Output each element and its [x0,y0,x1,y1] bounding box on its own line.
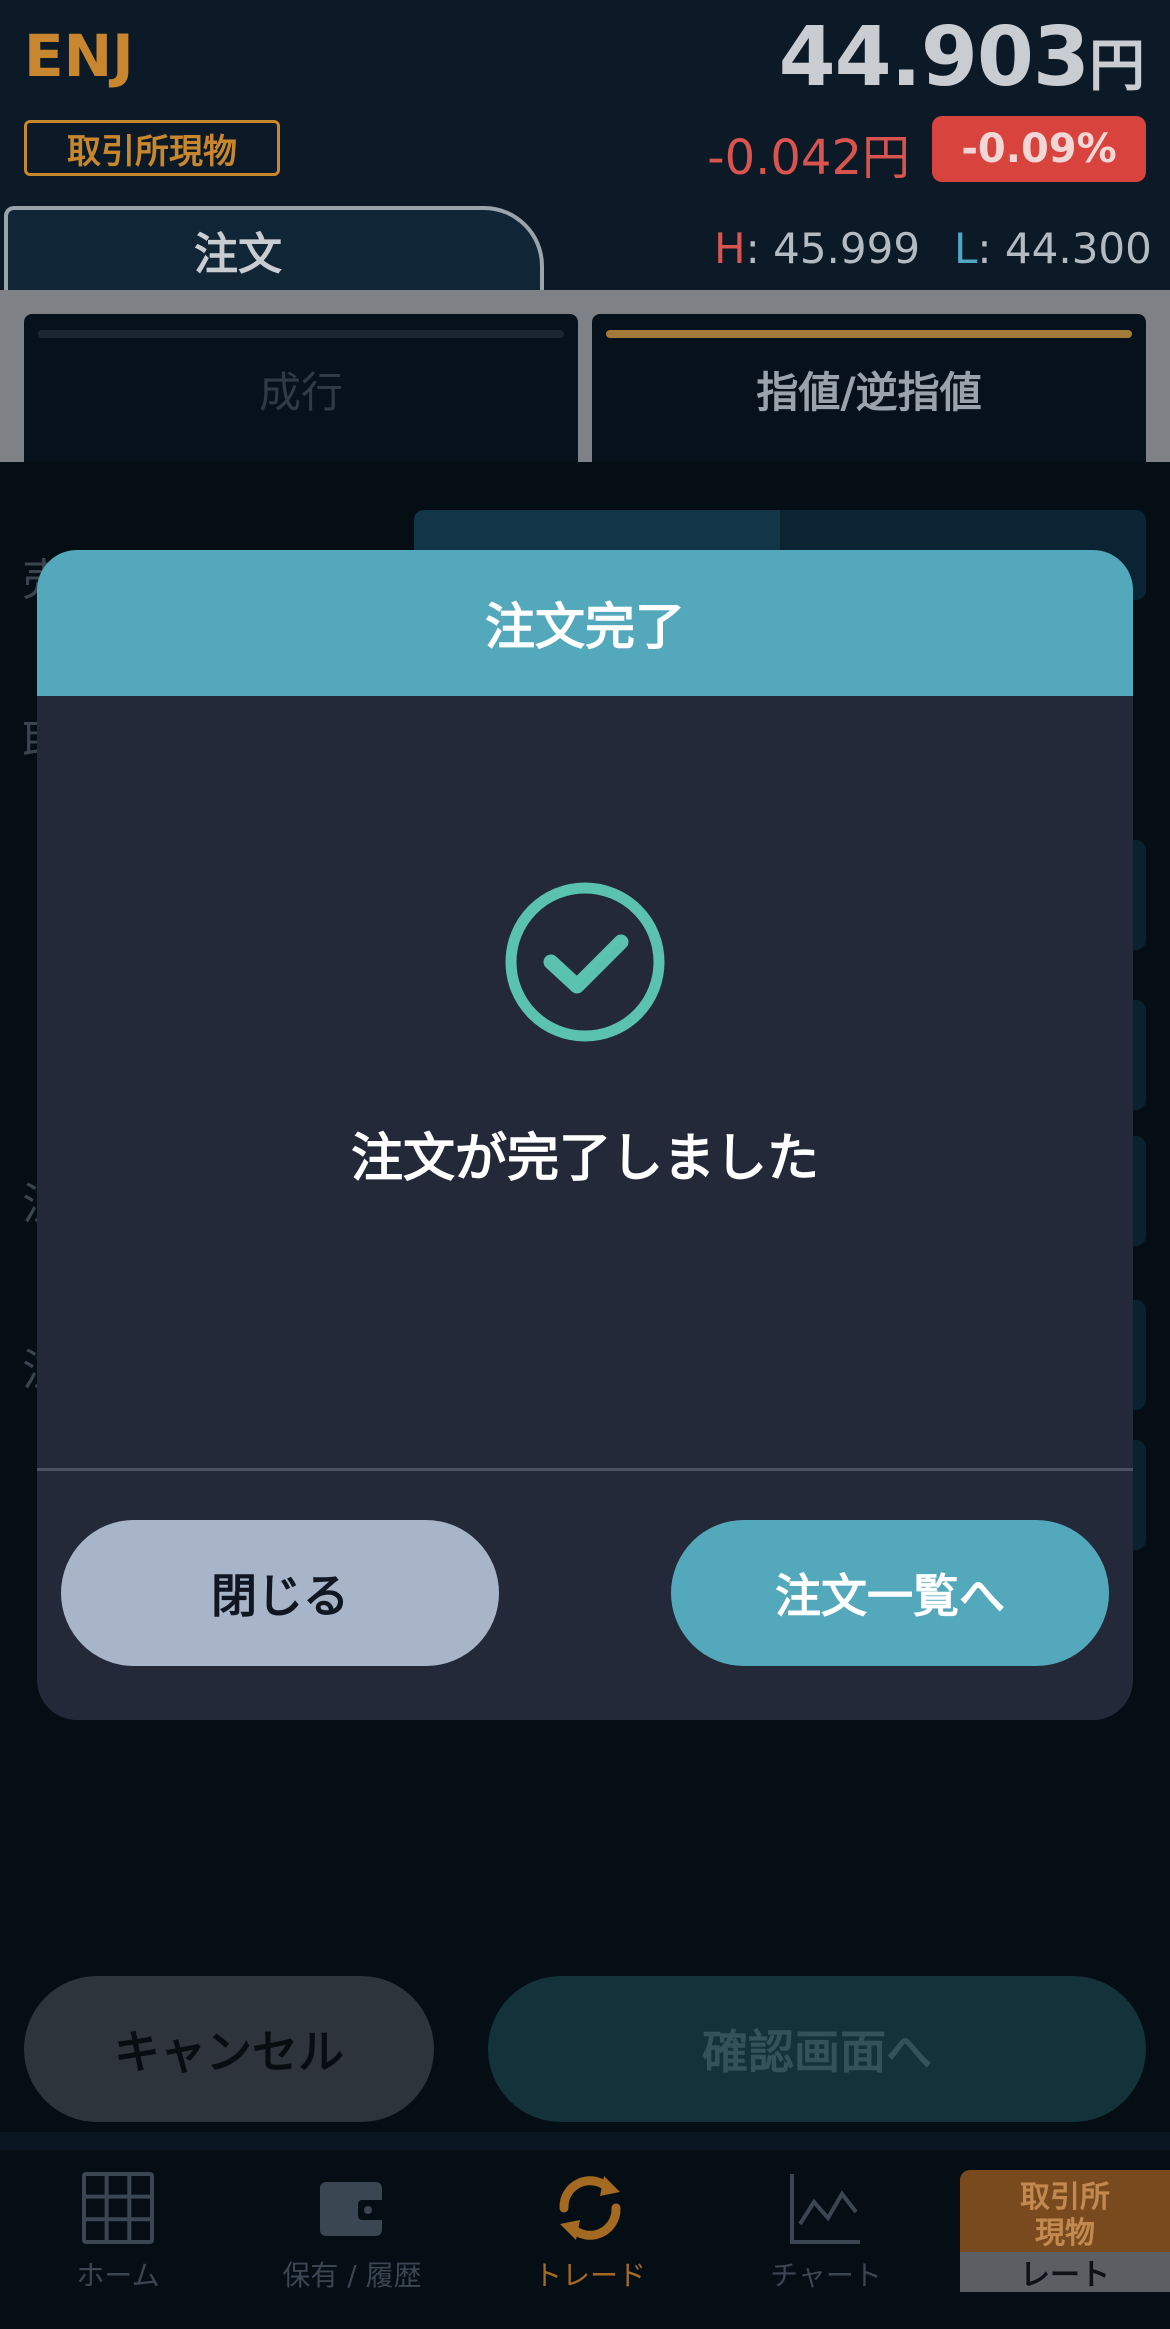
order-type-limit[interactable]: 指値/逆指値 [592,314,1146,464]
nav-home[interactable]: ホーム [8,2168,228,2308]
order-type-market[interactable]: 成行 [24,314,578,464]
rate-widget-line1: 取引所 [1020,2180,1110,2215]
rate-widget-line2: 現物 [1035,2216,1095,2251]
nav-trade[interactable]: トレード [480,2168,700,2308]
chart-icon [790,2174,860,2244]
confirm-screen-button[interactable]: 確認画面へ [488,1976,1146,2122]
market-badge: 取引所現物 [24,120,280,176]
refresh-icon [559,2176,621,2240]
cancel-button[interactable]: キャンセル [24,1976,434,2122]
nav-chart-label: チャート [770,2259,882,2292]
rate-widget-footer[interactable]: レート [960,2252,1170,2293]
dialog-divider [37,1468,1133,1471]
order-complete-dialog: 注文完了 注文が完了しました 閉じる 注文一覧へ [37,550,1133,1720]
dialog-message: 注文が完了しました [350,1129,819,1189]
nav-chart[interactable]: チャート [716,2168,936,2308]
nav-home-label: ホーム [76,2259,160,2292]
price-change: -0.042円 [707,130,910,186]
check-circle-icon [505,882,665,1042]
header: ENJ 44.903円 取引所現物 -0.042円 -0.09% [0,0,1170,200]
high-price: H: 45.999 [714,224,921,273]
low-price: L: 44.300 [954,224,1152,273]
grid-icon [82,2172,154,2244]
close-button[interactable]: 閉じる [61,1520,499,1666]
price: 44.903円 [778,10,1145,105]
price-change-percent: -0.09% [932,116,1146,182]
symbol: ENJ [24,22,134,90]
wallet-icon [320,2182,386,2236]
nav-trade-label: トレード [533,2259,646,2292]
tab-order[interactable]: 注文 [4,206,544,290]
nav-holdings-label: 保有 / 履歴 [282,2259,422,2292]
order-list-button[interactable]: 注文一覧へ [671,1520,1109,1666]
nav-holdings[interactable]: 保有 / 履歴 [242,2168,462,2308]
dialog-title: 注文完了 [37,550,1133,696]
